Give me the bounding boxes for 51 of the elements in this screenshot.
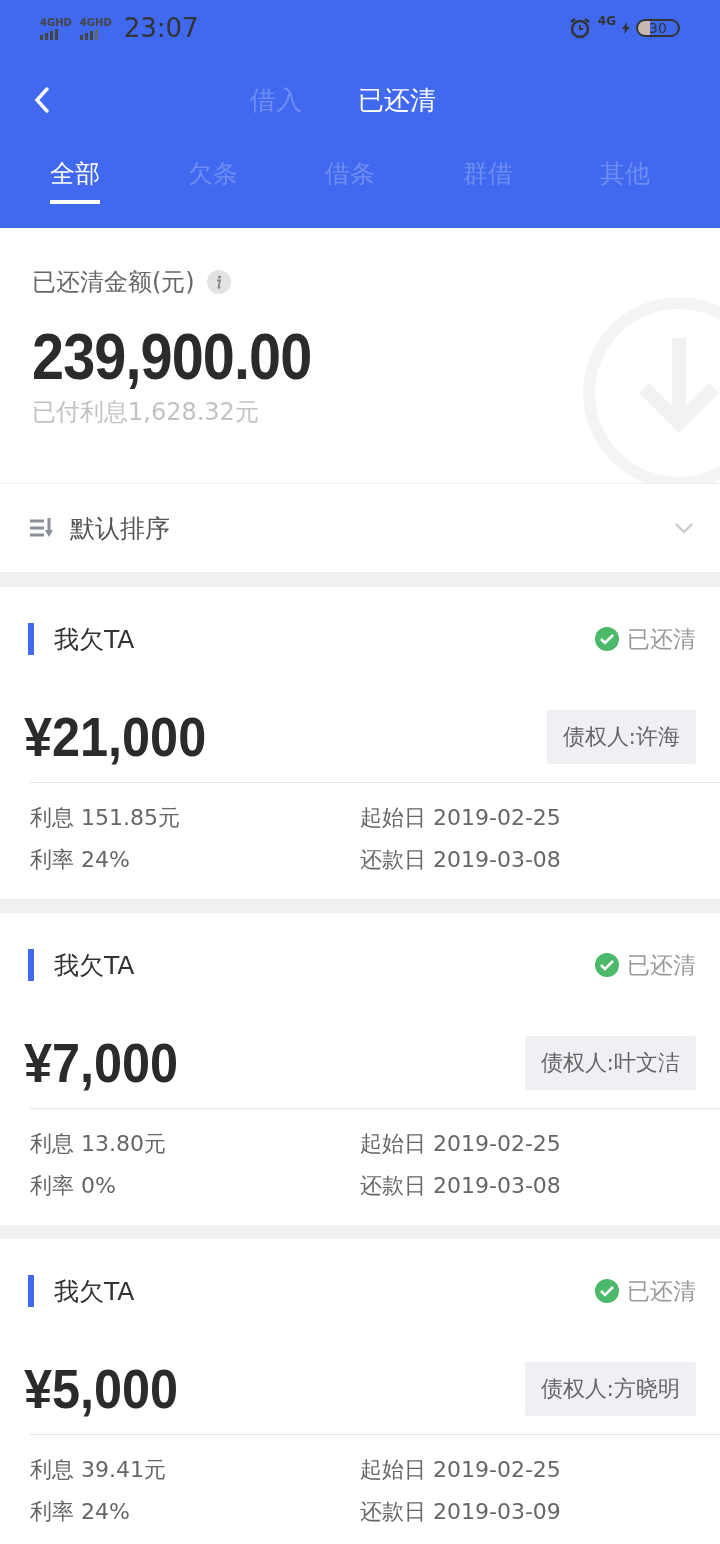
loan-amount: ¥7,000 xyxy=(24,1030,179,1095)
check-circle-icon xyxy=(595,627,619,651)
rate-text: 利率 0% xyxy=(30,1172,117,1200)
chevron-down-icon xyxy=(674,522,694,534)
network-label: 4GHD xyxy=(79,16,112,28)
filter-tab[interactable]: 全部 xyxy=(50,145,100,204)
total-amount: 239,900.00 xyxy=(32,320,313,394)
back-icon[interactable] xyxy=(34,86,50,114)
sort-selector[interactable]: 默认排序 xyxy=(0,484,720,572)
loan-card[interactable]: 我欠TA 已还清 ¥5,000 债权人:方晓明 利息 39.41元 起始日 2019-02-25 利率 24% 还款日 2019-03-09 xyxy=(0,1239,720,1544)
sort-icon xyxy=(30,518,56,538)
due-date: 还款日 2019-03-09 xyxy=(360,1498,562,1526)
battery-icon: 30 xyxy=(636,19,680,37)
creditor-tag: 债权人:许海 xyxy=(546,709,696,764)
rate-text: 利率 24% xyxy=(30,846,131,874)
signal-icon xyxy=(40,27,60,40)
loan-card[interactable]: 我欠TA 已还清 ¥21,000 债权人:许海 利息 151.85元 起始日 2019-02-25 利率 24% 还款日 2019-03-08 xyxy=(0,587,720,899)
loan-type: 我欠TA xyxy=(54,949,135,982)
creditor-tag: 债权人:方晓明 xyxy=(524,1361,696,1416)
network-label: 4G xyxy=(597,14,616,28)
start-date: 起始日 2019-02-25 xyxy=(360,1456,562,1484)
loan-type: 我欠TA xyxy=(54,1275,135,1308)
accent-bar xyxy=(28,623,34,655)
check-circle-icon xyxy=(595,953,619,977)
accent-bar xyxy=(28,1275,34,1307)
loan-card[interactable]: 我欠TA 已还清 ¥7,000 债权人:叶文洁 利息 13.80元 起始日 2019-02-25 利率 0% 还款日 2019-03-08 xyxy=(0,913,720,1225)
rate-text: 利率 24% xyxy=(30,1498,131,1526)
summary-label: 已还清金额(元) xyxy=(32,267,195,298)
start-date: 起始日 2019-02-25 xyxy=(360,804,562,832)
segment-tab[interactable]: 已还清 xyxy=(358,83,436,118)
loan-status: 已还清 xyxy=(627,950,696,980)
check-circle-icon xyxy=(595,1279,619,1303)
loan-amount: ¥5,000 xyxy=(24,1356,179,1421)
status-time: 23:07 xyxy=(123,13,199,43)
creditor-tag: 债权人:叶文洁 xyxy=(524,1035,696,1090)
signal-icon xyxy=(79,27,100,40)
interest-text: 利息 151.85元 xyxy=(30,804,181,832)
charging-icon xyxy=(622,22,630,34)
due-date: 还款日 2019-03-08 xyxy=(360,846,562,874)
accent-bar xyxy=(28,949,34,981)
loan-amount: ¥21,000 xyxy=(24,704,207,769)
interest-text: 利息 39.41元 xyxy=(30,1456,167,1484)
info-icon[interactable] xyxy=(206,270,231,294)
loan-status: 已还清 xyxy=(627,624,696,654)
due-date: 还款日 2019-03-08 xyxy=(360,1172,562,1200)
loan-type: 我欠TA xyxy=(54,623,135,656)
start-date: 起始日 2019-02-25 xyxy=(360,1130,562,1158)
interest-paid: 已付利息1,628.32元 xyxy=(32,397,260,428)
network-label: 4GHD xyxy=(40,16,72,28)
interest-text: 利息 13.80元 xyxy=(30,1130,167,1158)
loan-status: 已还清 xyxy=(627,1276,696,1306)
